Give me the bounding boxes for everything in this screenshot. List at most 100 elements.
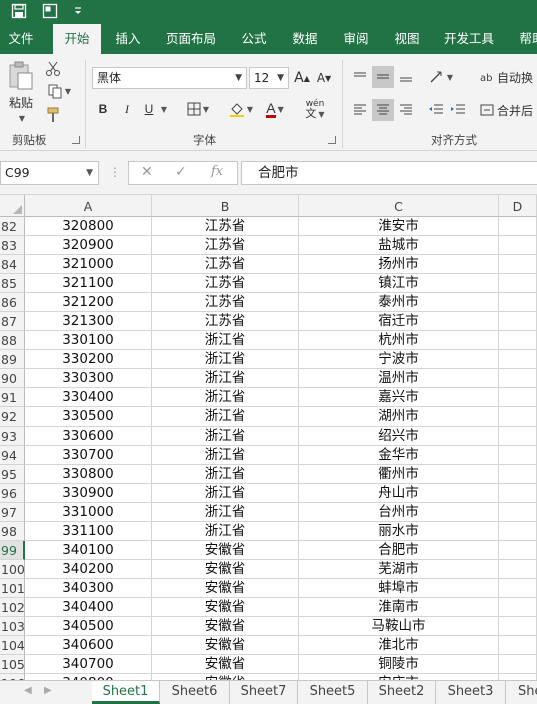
cell-d[interactable] [499,274,537,294]
cell-b[interactable]: 浙江省 [152,521,299,541]
cell-b[interactable]: 安徽省 [152,559,299,579]
cell-c[interactable]: 合肥市 [299,540,499,560]
tab-review[interactable]: 审阅 [336,24,376,54]
cancel-icon[interactable]: ✕ [141,164,153,180]
row-header[interactable]: 89 [0,350,25,370]
row-header[interactable]: 86 [0,293,25,313]
cell-d[interactable] [499,578,537,598]
cell-d[interactable] [499,540,537,560]
sheet-tab[interactable]: Sheet7 [230,681,298,704]
cell-c[interactable]: 杭州市 [299,331,499,351]
cell-c[interactable]: 马鞍山市 [299,616,499,637]
cell-d[interactable] [499,217,537,237]
cell-a[interactable]: 331000 [25,502,152,522]
cell-d[interactable] [499,464,537,484]
column-header-c[interactable]: C [299,195,499,217]
cell-c[interactable]: 盐城市 [299,236,499,256]
cell-b[interactable]: 安徽省 [152,616,299,637]
cell-b[interactable]: 安徽省 [152,636,299,656]
align-right-icon[interactable] [396,99,416,121]
cell-a[interactable]: 330400 [25,388,152,408]
cell-b[interactable]: 浙江省 [152,331,299,351]
cell-d[interactable] [499,655,537,675]
row-header[interactable]: 92 [0,407,25,427]
cell-d[interactable] [499,426,537,446]
cell-b[interactable]: 安徽省 [152,655,299,675]
row-header[interactable]: 97 [0,502,25,522]
cell-c[interactable]: 镇江市 [299,274,499,294]
cell-d[interactable] [499,255,537,275]
align-bottom-icon[interactable] [396,66,416,88]
cell-d[interactable] [499,331,537,351]
cell-d[interactable] [499,483,537,503]
cell-b[interactable]: 浙江省 [152,445,299,465]
cell-a[interactable]: 340700 [25,655,152,675]
tab-developer[interactable]: 开发工具 [438,24,500,54]
tab-help[interactable]: 帮助 [512,24,537,54]
cell-c[interactable]: 绍兴市 [299,426,499,446]
cell-b[interactable]: 江苏省 [152,236,299,256]
cell-a[interactable]: 321000 [25,255,152,275]
sheet-tab[interactable]: Sheet3 [436,681,506,704]
clipboard-launcher-icon[interactable] [72,136,80,144]
cell-d[interactable] [499,616,537,637]
row-header[interactable]: 95 [0,464,25,484]
cell-a[interactable]: 330900 [25,483,152,503]
cell-b[interactable]: 安徽省 [152,540,299,560]
cell-b[interactable]: 浙江省 [152,350,299,370]
cell-a[interactable]: 340500 [25,616,152,637]
cell-d[interactable] [499,236,537,256]
sheet-tab[interactable]: Sheet6 [160,681,230,704]
row-header[interactable]: 104 [0,636,25,656]
cell-c[interactable]: 嘉兴市 [299,388,499,408]
fill-color-icon[interactable]: ▼ [224,99,258,119]
row-header[interactable]: 94 [0,445,25,465]
cell-b[interactable]: 浙江省 [152,369,299,389]
copy-icon[interactable]: ▼ [44,82,74,100]
format-painter-icon[interactable] [44,106,62,124]
cell-a[interactable]: 330700 [25,445,152,465]
cell-c[interactable]: 扬州市 [299,255,499,275]
cell-a[interactable]: 330800 [25,464,152,484]
orientation-icon[interactable]: ▼ [426,66,456,88]
cell-b[interactable]: 江苏省 [152,274,299,294]
cell-c[interactable]: 铜陵市 [299,655,499,675]
row-header[interactable]: 83 [0,236,25,256]
cell-a[interactable]: 330300 [25,369,152,389]
borders-icon[interactable]: ▼ [182,99,214,119]
cell-b[interactable]: 浙江省 [152,426,299,446]
cell-d[interactable] [499,407,537,427]
row-header[interactable]: 87 [0,312,25,332]
tab-formulas[interactable]: 公式 [234,24,274,54]
formula-input[interactable]: 合肥市 [241,161,537,185]
cell-c[interactable]: 温州市 [299,369,499,389]
row-header[interactable]: 91 [0,388,25,408]
cell-a[interactable]: 340100 [25,540,152,560]
cell-a[interactable]: 321200 [25,293,152,313]
cell-b[interactable]: 安徽省 [152,597,299,617]
row-header[interactable]: 101 [0,578,25,598]
cell-b[interactable]: 江苏省 [152,217,299,237]
grow-font-button[interactable]: A ▲ [293,68,311,88]
cell-a[interactable]: 330600 [25,426,152,446]
cell-d[interactable] [499,445,537,465]
cell-d[interactable] [499,293,537,313]
align-middle-icon[interactable] [372,66,394,88]
font-family-dropdown[interactable]: 黑体 ▼ [92,67,247,89]
cell-c[interactable]: 蚌埠市 [299,578,499,598]
cell-a[interactable]: 340300 [25,578,152,598]
column-header-b[interactable]: B [152,195,299,217]
cell-d[interactable] [499,388,537,408]
cell-a[interactable]: 330500 [25,407,152,427]
cell-c[interactable]: 泰州市 [299,293,499,313]
cell-c[interactable]: 舟山市 [299,483,499,503]
cell-c[interactable]: 宿迁市 [299,312,499,332]
cell-b[interactable]: 浙江省 [152,388,299,408]
column-header-d[interactable]: D [499,195,537,217]
cell-b[interactable]: 浙江省 [152,407,299,427]
cell-a[interactable]: 320900 [25,236,152,256]
select-all-button[interactable] [0,195,25,217]
cell-a[interactable]: 321100 [25,274,152,294]
row-header[interactable]: 82 [0,217,25,237]
row-header[interactable]: 105 [0,655,25,675]
